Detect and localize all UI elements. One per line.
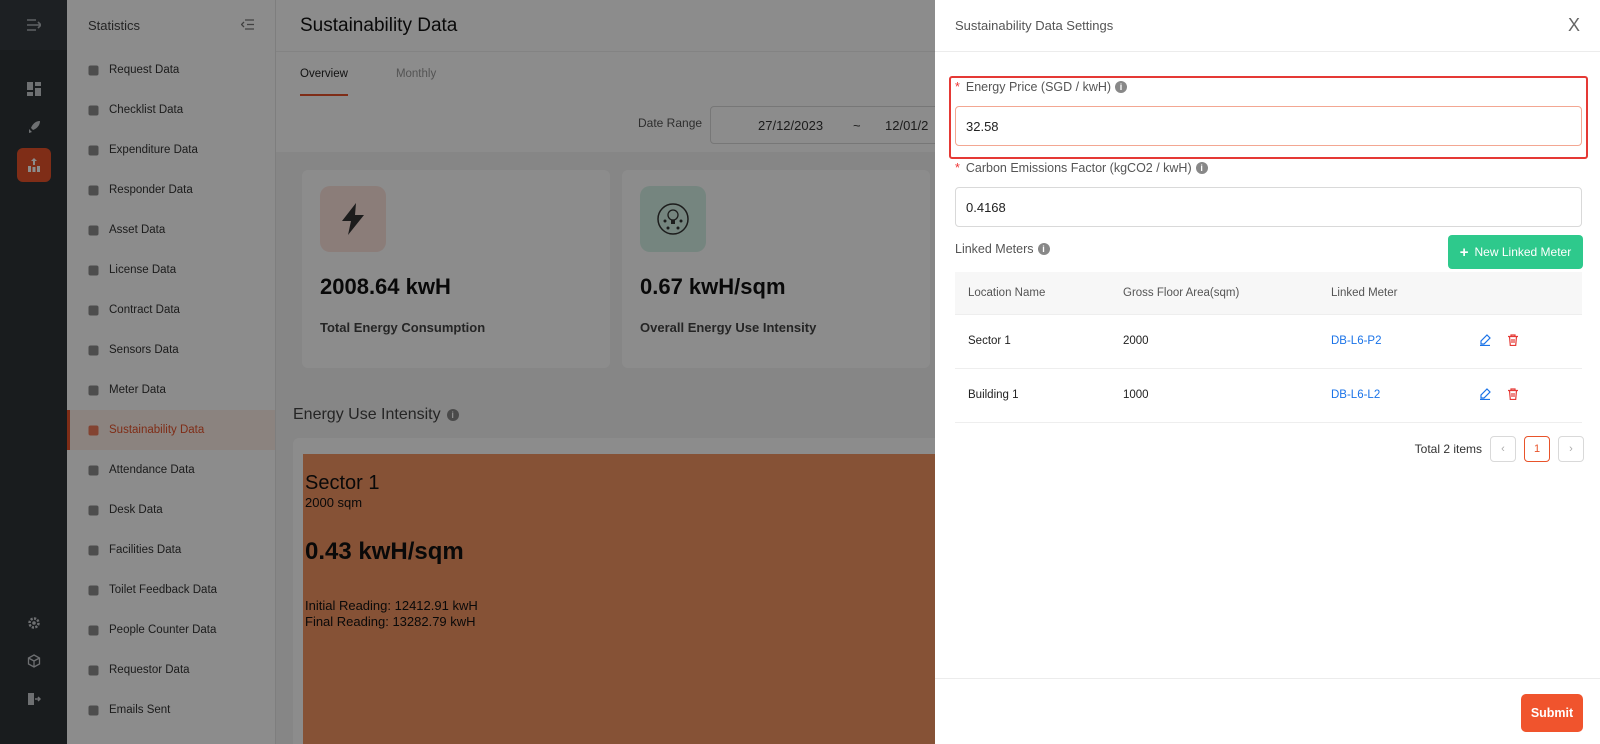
- linked-meter-link[interactable]: DB-L6-P2: [1331, 335, 1382, 347]
- drawer-header: Sustainability Data Settings X: [935, 0, 1600, 52]
- energy-price-label: * Energy Price (SGD / kwH) i: [955, 80, 1128, 94]
- table-header-row: Location Name Gross Floor Area(sqm) Link…: [955, 272, 1582, 315]
- new-linked-meter-button[interactable]: + New Linked Meter: [1448, 235, 1583, 269]
- table-row: Building 1 1000 DB-L6-L2: [955, 368, 1582, 423]
- required-mark: *: [955, 80, 960, 94]
- energy-price-input[interactable]: [955, 106, 1582, 146]
- row-area: 2000: [1110, 314, 1318, 369]
- delete-icon[interactable]: [1507, 333, 1519, 349]
- info-icon[interactable]: i: [1037, 243, 1050, 255]
- submit-button[interactable]: Submit: [1521, 694, 1583, 732]
- page-number[interactable]: 1: [1524, 436, 1550, 462]
- column-location-name: Location Name: [955, 272, 1110, 315]
- drawer-title: Sustainability Data Settings: [955, 18, 1114, 33]
- drawer-footer: Submit: [935, 678, 1600, 744]
- required-mark: *: [955, 161, 960, 175]
- close-icon[interactable]: X: [1568, 15, 1580, 36]
- info-icon[interactable]: i: [1115, 81, 1128, 93]
- linked-meters-label-text: Linked Meters: [955, 242, 1034, 256]
- next-page-icon[interactable]: ›: [1558, 436, 1584, 462]
- column-actions: [1466, 272, 1582, 315]
- row-location: Sector 1: [955, 314, 1110, 369]
- row-location: Building 1: [955, 368, 1110, 423]
- column-gross-floor-area: Gross Floor Area(sqm): [1110, 272, 1318, 315]
- edit-icon[interactable]: [1479, 333, 1491, 349]
- prev-page-icon[interactable]: ‹: [1490, 436, 1516, 462]
- settings-drawer: Sustainability Data Settings X * Energy …: [935, 0, 1600, 744]
- carbon-factor-label-text: Carbon Emissions Factor (kgCO2 / kwH): [965, 161, 1192, 175]
- edit-icon[interactable]: [1479, 387, 1491, 403]
- row-area: 1000: [1110, 368, 1318, 423]
- delete-icon[interactable]: [1507, 387, 1519, 403]
- energy-price-label-text: Energy Price (SGD / kwH): [965, 80, 1112, 94]
- column-linked-meter: Linked Meter: [1318, 272, 1466, 315]
- linked-meters-label: Linked Meters i: [955, 242, 1050, 256]
- pagination: Total 2 items ‹ 1 ›: [1415, 436, 1584, 462]
- info-icon[interactable]: i: [1195, 162, 1208, 174]
- linked-meters-table: Location Name Gross Floor Area(sqm) Link…: [955, 272, 1582, 423]
- table-row: Sector 1 2000 DB-L6-P2: [955, 314, 1582, 369]
- carbon-factor-label: * Carbon Emissions Factor (kgCO2 / kwH) …: [955, 161, 1208, 175]
- new-linked-meter-label: New Linked Meter: [1474, 245, 1572, 259]
- linked-meter-link[interactable]: DB-L6-L2: [1331, 389, 1380, 401]
- carbon-factor-input[interactable]: [955, 187, 1582, 227]
- modal-mask[interactable]: [0, 0, 936, 744]
- total-items: Total 2 items: [1414, 442, 1482, 456]
- plus-icon: +: [1459, 243, 1469, 261]
